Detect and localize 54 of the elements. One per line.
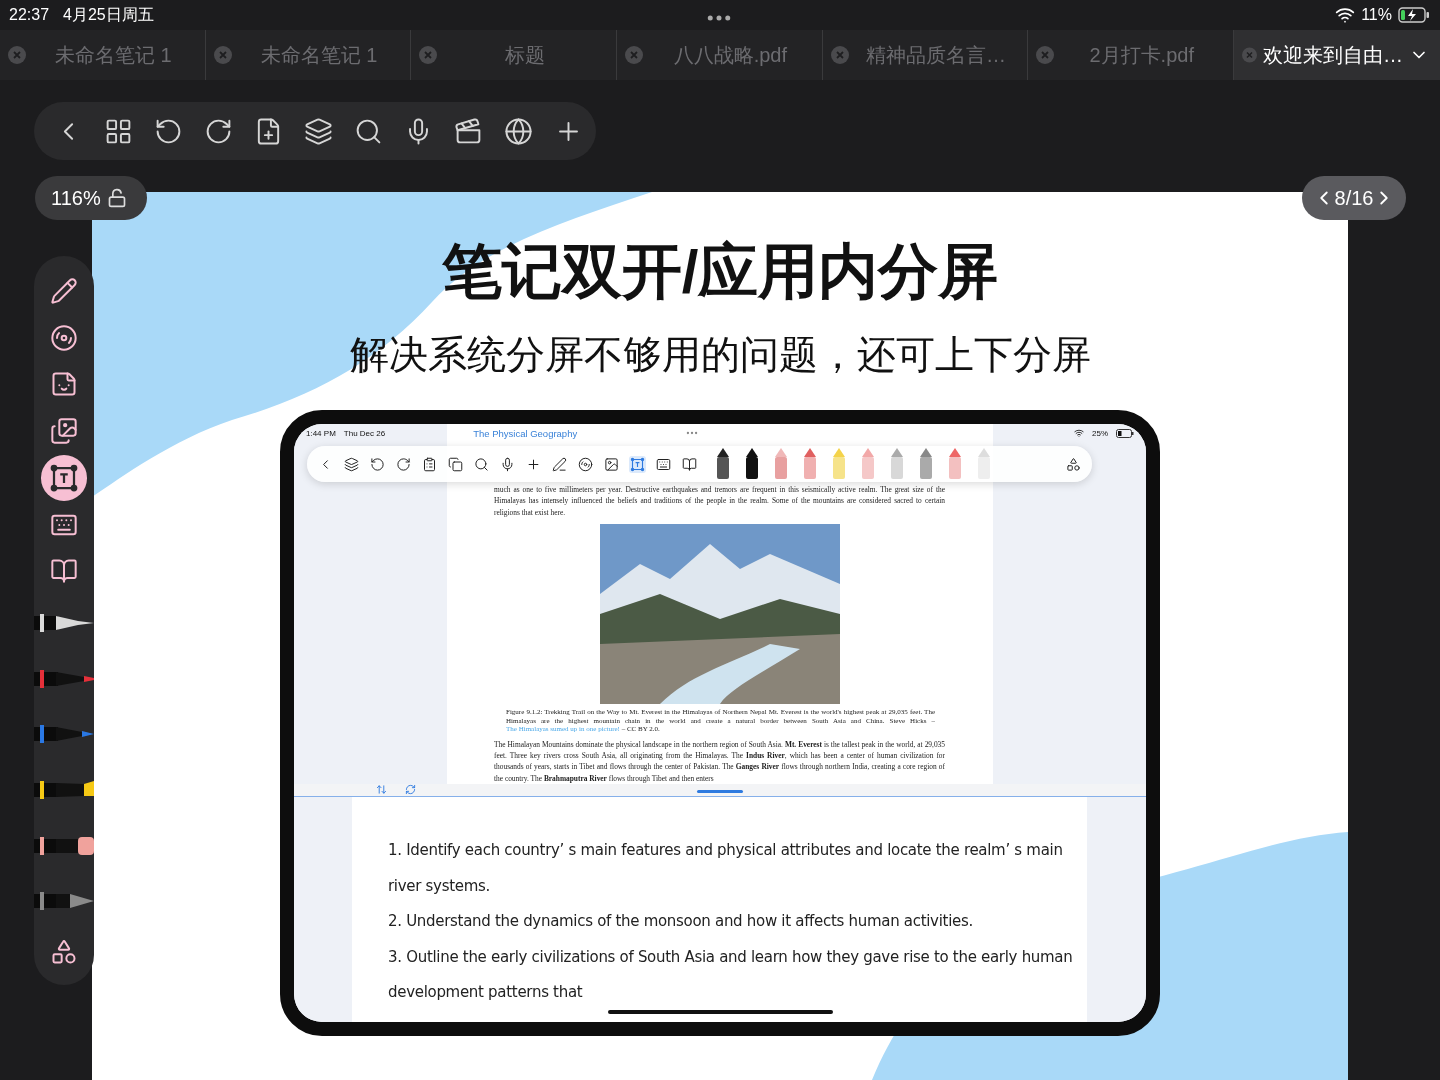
battery-percentage: 11% [1361,6,1392,24]
slide-title: 笔记双开/应用内分屏 [441,237,999,307]
slide-subtitle: 解决系统分屏不够用的问题，还可上下分屏 [349,332,1091,378]
handwritten-note-line: river systems. [388,875,491,897]
layers-icon[interactable] [343,455,360,473]
textbox-icon-button[interactable] [629,455,646,473]
pencil-icon [50,276,78,305]
layers-icon[interactable] [304,116,333,146]
status-date: 4月25日周五 [63,4,154,25]
refresh-icon[interactable] [405,784,416,796]
document-tab[interactable]: 未命名笔记 1 [0,30,206,80]
wifi-icon [1335,5,1356,25]
document-tab[interactable]: 精神品质名言… [822,30,1029,80]
document-tab[interactable]: 未命名笔记 1 [205,30,412,80]
tablet-time: 1:44 PM [306,428,336,438]
handwritten-note-line: 2. Understand the dynamics of the monsoon and how it affects human activities. [388,911,974,932]
textbox-icon [630,456,645,472]
search-icon[interactable] [473,455,490,473]
document-title: The Physical Geography [473,427,578,439]
image-icon[interactable] [603,455,620,473]
tape-roll-icon [50,323,78,352]
page-number: 8/16 [1334,186,1374,210]
tablet-battery-percentage: 25% [1092,428,1108,438]
zoom-level: 116% [51,186,101,210]
images-icon [50,417,78,446]
textbox-tool[interactable] [41,454,87,501]
battery-icon [1116,428,1134,438]
handwritten-note-line: development patterns that [388,982,584,1003]
globe-icon[interactable] [504,116,533,146]
microphone-icon[interactable] [499,455,516,473]
document-tab[interactable]: 欢迎来到自由… [1234,30,1440,80]
handwritten-note-line: 1. Identify each country’ s main features and physical attributes and locate the realm’ s main [388,840,1064,861]
split-handle[interactable] [697,789,743,793]
tape-roll-icon[interactable] [577,455,594,473]
copy-icon[interactable] [447,455,464,473]
swap-panes-icon[interactable] [376,784,387,796]
document-tab[interactable]: 2月打卡.pdf [1028,30,1235,80]
shapes-icon[interactable] [1065,455,1082,473]
document-tab[interactable]: 八八战略.pdf [617,30,823,80]
pen-icon[interactable] [551,455,568,473]
tablet-date: Thu Dec 26 [343,428,386,438]
handwritten-note-line: 3. Outline the early civilizations of South Asia and learn how they gave rise to the early human [388,946,1074,968]
clipboard-icon[interactable] [421,455,438,473]
document-tab[interactable]: 标题 [411,30,617,80]
undo-icon[interactable] [369,455,386,473]
book-icon[interactable] [681,455,698,473]
battery-charging-icon [1398,7,1430,23]
lock-open-icon[interactable] [106,188,127,208]
clapperboard-icon[interactable] [454,116,483,146]
status-time: 22:37 [9,6,50,24]
zoom-indicator[interactable]: 116% [35,176,147,220]
textbox-icon [49,462,79,493]
wifi-icon [1074,428,1084,439]
redo-icon[interactable] [395,455,412,473]
